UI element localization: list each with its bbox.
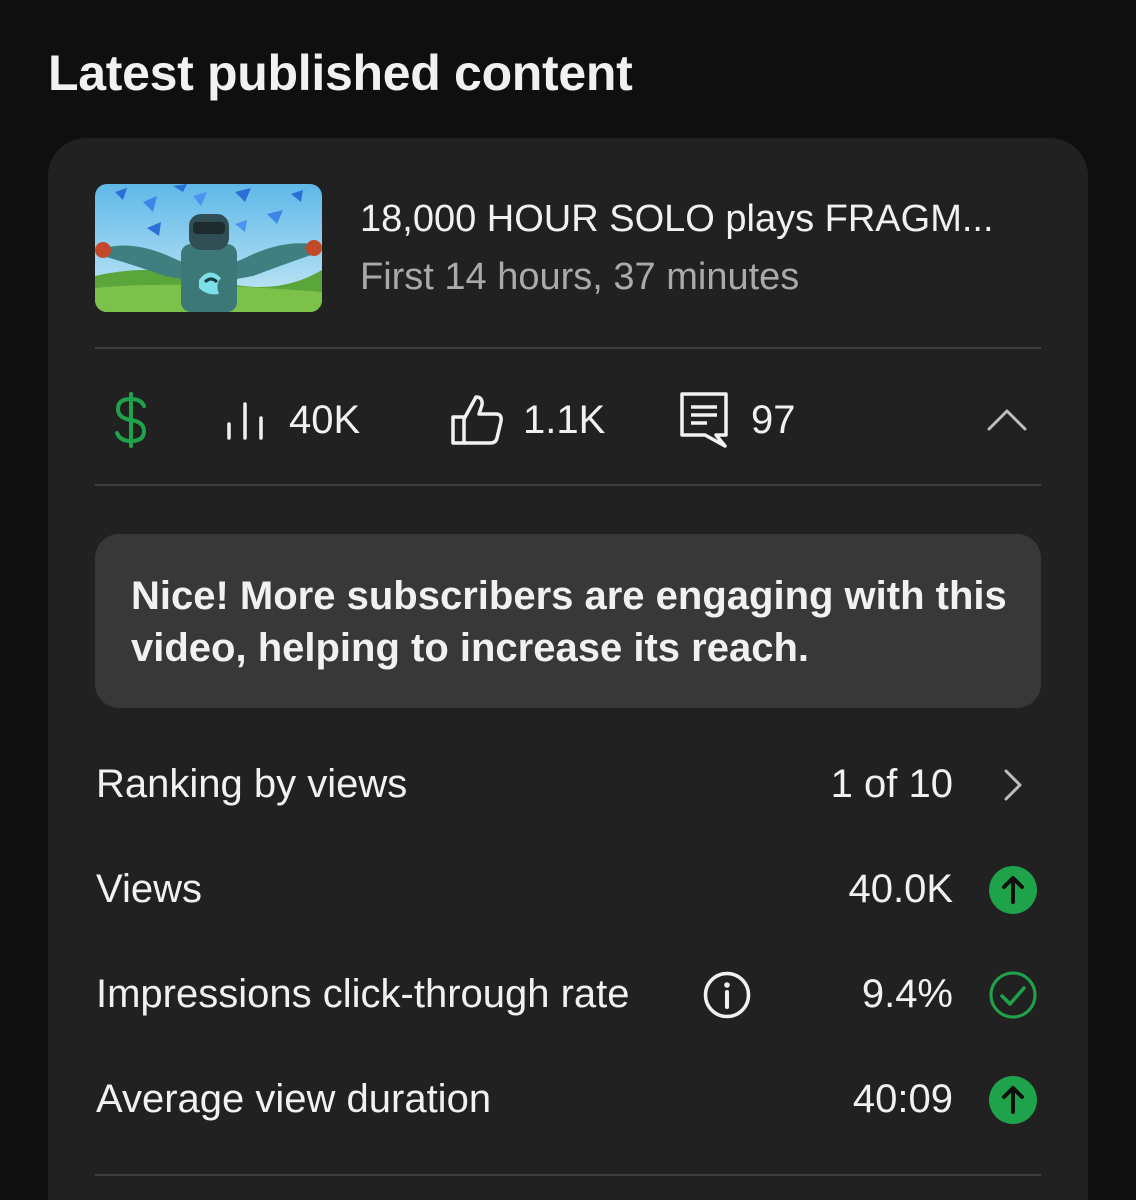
video-stats-row: 40K 1.1K 97 — [95, 352, 1041, 488]
likes-count: 1.1K — [523, 397, 606, 442]
views-count: 40K — [289, 397, 361, 442]
info-icon[interactable] — [703, 971, 751, 1019]
metric-value: 40:09 — [852, 1077, 953, 1121]
video-title[interactable]: 18,000 HOUR SOLO plays FRAGM... — [360, 198, 994, 241]
section-title: Latest published content — [48, 45, 633, 101]
thumbs-up-icon — [449, 393, 505, 447]
check-circle-icon — [989, 971, 1037, 1019]
metric-row-ranking[interactable]: Ranking by views 1 of 10 — [95, 750, 1041, 820]
metric-row-ctr: Impressions click-through rate 9.4% — [95, 960, 1041, 1030]
dollar-icon — [111, 392, 151, 448]
likes-stat[interactable]: 1.1K — [449, 352, 605, 488]
metric-value: 1 of 10 — [830, 762, 953, 806]
video-published-time: First 14 hours, 37 minutes — [360, 256, 800, 298]
video-row[interactable]: 18,000 HOUR SOLO plays FRAGM... First 14… — [95, 184, 1041, 314]
metric-row-views: Views 40.0K — [95, 855, 1041, 925]
chevron-right-icon — [989, 761, 1037, 809]
arrow-up-circle-icon — [989, 1076, 1037, 1124]
monetization-stat[interactable] — [111, 352, 151, 488]
metric-label: Ranking by views — [96, 762, 408, 806]
metric-label: Impressions click-through rate — [96, 972, 630, 1016]
latest-content-card: 18,000 HOUR SOLO plays FRAGM... First 14… — [48, 138, 1088, 1200]
metric-label: Average view duration — [96, 1077, 492, 1121]
comments-count: 97 — [751, 397, 796, 442]
insight-text: Nice! More subscribers are engaging with… — [131, 574, 1007, 670]
comments-stat[interactable]: 97 — [679, 352, 796, 488]
video-thumbnail-image — [95, 184, 322, 312]
arrow-up-circle-icon — [989, 866, 1037, 914]
divider — [95, 484, 1041, 486]
chevron-up-icon — [987, 408, 1027, 432]
insight-callout: Nice! More subscribers are engaging with… — [95, 534, 1041, 708]
collapse-button[interactable] — [987, 352, 1027, 488]
metric-value: 9.4% — [861, 972, 953, 1016]
divider — [95, 347, 1041, 349]
bar-chart-icon — [223, 398, 267, 442]
comment-icon — [679, 391, 729, 449]
analytics-page: Latest published content 18,000 HOUR SOL… — [0, 0, 1136, 1200]
metric-value: 40.0K — [848, 867, 953, 911]
divider — [95, 1174, 1041, 1176]
metric-label: Views — [96, 867, 202, 911]
video-thumbnail[interactable] — [95, 184, 322, 312]
metric-row-avg-duration: Average view duration 40:09 — [95, 1065, 1041, 1135]
views-stat[interactable]: 40K — [223, 352, 360, 488]
